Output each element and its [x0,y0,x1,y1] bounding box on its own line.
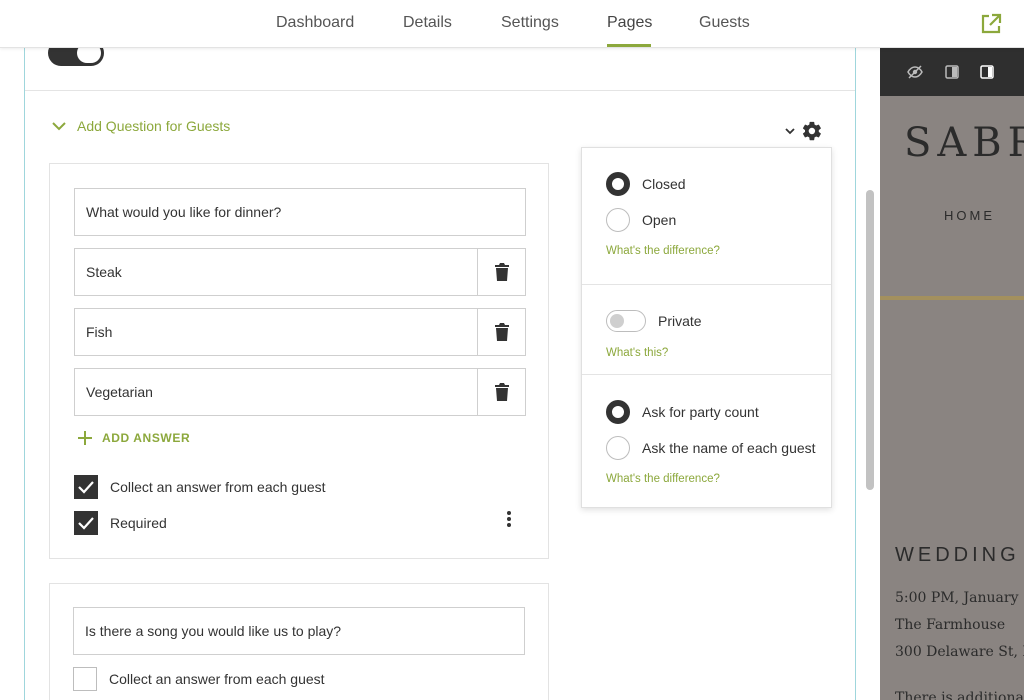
question-card: What would you like for dinner? Steak Fi… [49,163,549,559]
preview-text-line: There is additional [895,690,1024,700]
collect-answer-row: Collect an answer from each guest [74,475,326,499]
external-link-icon[interactable] [980,13,1002,35]
answer-row: Steak [74,248,526,296]
preview-site-title: SABR [904,120,1024,166]
question-settings-toggle[interactable] [785,120,823,142]
radio-label: Open [642,212,677,228]
radio-button[interactable] [606,208,630,232]
tab-pages[interactable]: Pages [607,14,652,32]
required-row: Required [74,511,167,535]
more-vertical-icon[interactable] [506,510,512,533]
private-help-link[interactable]: What's this? [606,347,668,359]
answer-input[interactable]: Steak [75,249,477,295]
preview-nav-home: HOME [944,208,995,223]
gear-icon[interactable] [801,120,823,142]
chevron-down-icon [785,128,795,135]
page-editor: Add Question for Guests What would you l… [24,48,856,700]
add-answer-button[interactable]: ADD ANSWER [78,431,190,445]
radio-open[interactable]: Open [606,208,676,232]
answer-input[interactable]: Fish [75,309,477,355]
radio-label: Ask for party count [642,404,759,420]
preview-text-line: 5:00 PM, January 1 [895,590,1024,606]
radio-button[interactable] [606,400,630,424]
tablet-view-icon[interactable] [944,64,960,80]
scrollbar-thumb[interactable] [866,190,874,490]
answer-row: Vegetarian [74,368,526,416]
tab-dashboard[interactable]: Dashboard [276,14,354,32]
radio-party-count[interactable]: Ask for party count [606,400,759,424]
active-tab-indicator [607,44,651,47]
question-input[interactable]: What would you like for dinner? [74,188,526,236]
check-icon [78,517,94,530]
answer-input[interactable]: Vegetarian [75,369,477,415]
section-title: Add Question for Guests [77,118,231,134]
section-toggle[interactable] [48,48,104,66]
add-answer-label: ADD ANSWER [102,431,191,445]
preview-section-title: WEDDING [895,544,1020,566]
trash-icon [494,383,509,401]
count-help-link[interactable]: What's the difference? [606,473,720,485]
collect-answer-label: Collect an answer from each guest [110,479,326,495]
divider [582,374,831,375]
tab-guests[interactable]: Guests [699,14,750,32]
type-help-link[interactable]: What's the difference? [606,245,720,257]
chevron-down-icon [52,122,66,131]
collect-answer-row: Collect an answer from each guest [73,667,325,691]
question-input[interactable]: Is there a song you would like us to pla… [73,607,525,655]
tab-details[interactable]: Details [403,14,452,32]
delete-answer-button[interactable] [477,369,525,415]
delete-answer-button[interactable] [477,309,525,355]
divider [25,90,855,91]
radio-button[interactable] [606,436,630,460]
required-label: Required [110,515,167,531]
radio-label: Closed [642,176,686,192]
collect-answer-checkbox[interactable] [74,475,98,499]
trash-icon [494,323,509,341]
question-settings-popover: Closed Open What's the difference? Priva… [581,147,832,508]
required-checkbox[interactable] [74,511,98,535]
private-label: Private [658,313,702,329]
preview-divider [880,296,1024,300]
toggle-knob [77,48,101,63]
delete-answer-button[interactable] [477,249,525,295]
tab-settings[interactable]: Settings [501,14,559,32]
check-icon [78,481,94,494]
radio-button[interactable] [606,172,630,196]
radio-closed[interactable]: Closed [606,172,686,196]
trash-icon [494,263,509,281]
question-card: Is there a song you would like us to pla… [49,583,549,700]
plus-icon [78,431,92,445]
divider [582,284,831,285]
collect-answer-checkbox[interactable] [73,667,97,691]
site-preview: SABR HOME WEDDING 5:00 PM, January 1 The… [880,48,1024,700]
add-question-header[interactable]: Add Question for Guests [51,118,230,134]
collect-answer-label: Collect an answer from each guest [109,671,325,687]
top-nav: Dashboard Details Settings Pages Guests [0,0,1024,48]
answer-row: Fish [74,308,526,356]
scrollbar[interactable] [866,190,874,490]
radio-guest-names[interactable]: Ask the name of each guest [606,436,816,460]
preview-text-line: The Farmhouse [895,617,1006,633]
private-switch[interactable] [606,310,646,332]
preview-text-line: 300 Delaware St, K [895,644,1024,660]
switch-knob [610,314,624,328]
hide-icon[interactable] [907,64,923,80]
radio-label: Ask the name of each guest [642,440,816,456]
desktop-view-icon[interactable] [979,64,995,80]
private-row: Private [606,310,702,332]
preview-toolbar [880,48,1024,96]
